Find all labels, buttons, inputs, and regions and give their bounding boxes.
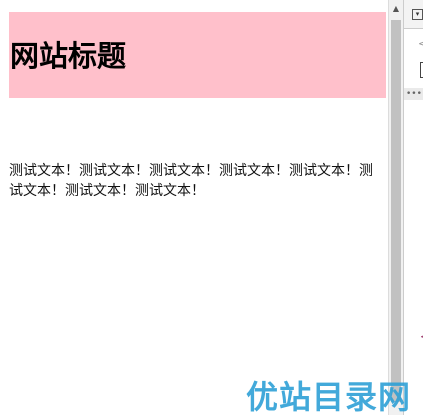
devtools-breadcrumb-bar[interactable]: ••• — [404, 88, 423, 100]
body-text: 测试文本！测试文本！测试文本！测试文本！测试文本！测试文本！测试文本！测试文本！ — [9, 163, 373, 199]
site-header: 网站标题 — [9, 12, 386, 98]
devtools-panel: ▾ < ••• < — [403, 0, 423, 415]
watermark-logo: 优站目录网 — [246, 378, 412, 416]
vertical-scrollbar[interactable]: ▲ — [388, 0, 403, 415]
scrollbar-thumb[interactable] — [391, 20, 401, 402]
dropdown-icon[interactable]: ▾ — [412, 9, 423, 20]
devtools-toolbar: ▾ — [404, 0, 423, 29]
scroll-up-arrow-icon[interactable]: ▲ — [389, 0, 403, 18]
code-bracket-icon: < — [418, 37, 423, 50]
page-title: 网站标题 — [10, 39, 127, 73]
page-viewport: 网站标题 测试文本！测试文本！测试文本！测试文本！测试文本！测试文本！测试文本！… — [0, 0, 388, 415]
